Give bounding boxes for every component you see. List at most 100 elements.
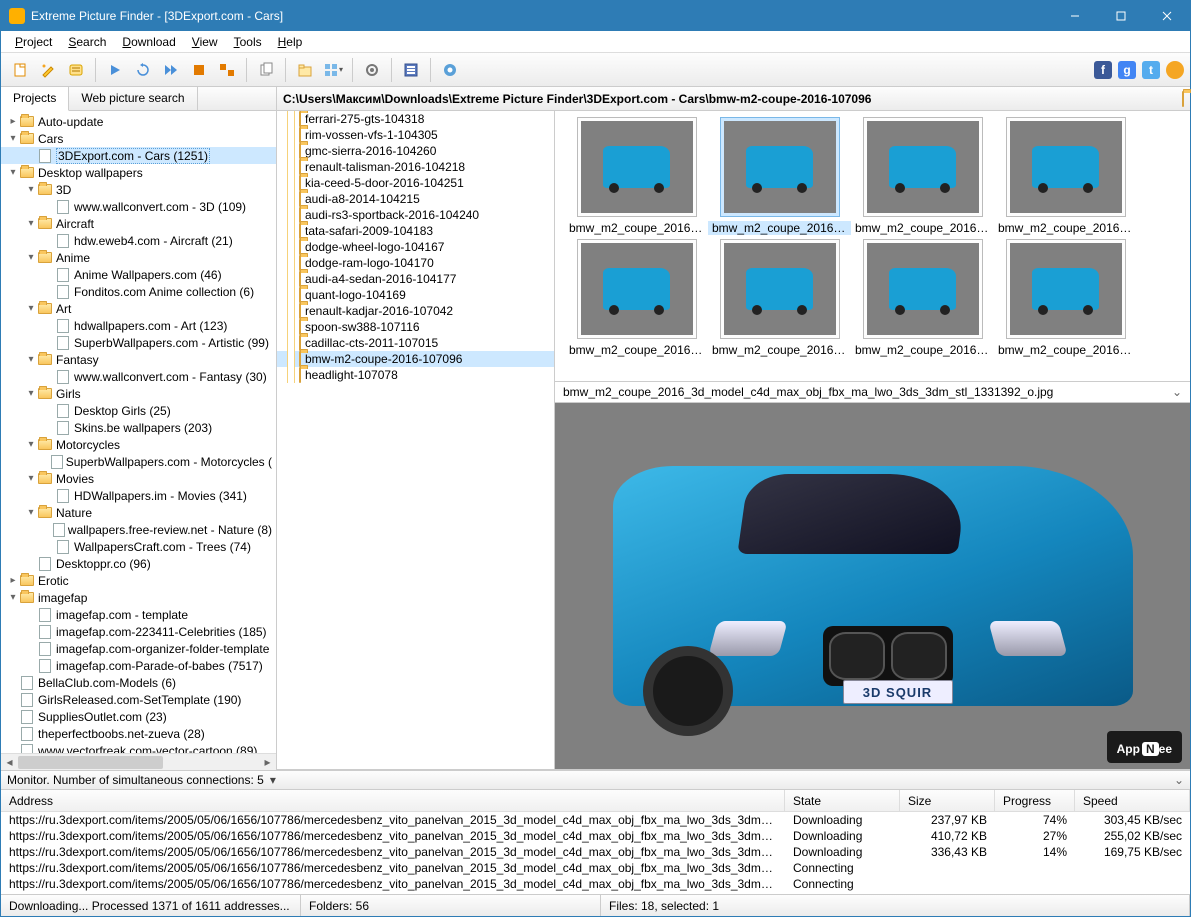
folder-item[interactable]: audi-rs3-sportback-2016-104240 [277,207,554,223]
restart-button[interactable] [130,57,156,83]
col-size[interactable]: Size [900,790,995,811]
tree-node[interactable]: imagefap.com-Parade-of-babes (7517) [1,657,276,674]
download-row[interactable]: https://ru.3dexport.com/items/2005/05/06… [1,812,1190,828]
expand-icon[interactable]: ▸ [7,575,19,586]
tree-node[interactable]: theperfectboobs.net-zueva (28) [1,725,276,742]
tree-node[interactable]: SuperbWallpapers.com - Motorcycles ( [1,453,276,470]
col-state[interactable]: State [785,790,900,811]
tree-node[interactable]: imagefap.com-organizer-folder-template [1,640,276,657]
tree-node[interactable]: Desktoppr.co (96) [1,555,276,572]
col-speed[interactable]: Speed [1075,790,1190,811]
tree-node[interactable]: ▾Cars [1,130,276,147]
download-row[interactable]: https://ru.3dexport.com/items/2005/05/06… [1,860,1190,876]
tree-node[interactable]: www.wallconvert.com - Fantasy (30) [1,368,276,385]
expand-icon[interactable]: ▾ [25,354,37,365]
folder-item[interactable]: gmc-sierra-2016-104260 [277,143,554,159]
minimize-button[interactable] [1052,1,1098,31]
tree-node[interactable]: BellaClub.com-Models (6) [1,674,276,691]
folder-item[interactable]: quant-logo-104169 [277,287,554,303]
wizard-button[interactable] [35,57,61,83]
col-address[interactable]: Address [1,790,785,811]
folder-item[interactable]: kia-ceed-5-door-2016-104251 [277,175,554,191]
download-row[interactable]: https://ru.3dexport.com/items/2005/05/06… [1,828,1190,844]
tree-node[interactable]: ▾Art [1,300,276,317]
thumbnail[interactable]: bmw_m2_coupe_2016_3d... [851,239,994,357]
expand-icon[interactable]: ▾ [25,252,37,263]
new-project-button[interactable] [7,57,33,83]
folder-item[interactable]: renault-kadjar-2016-107042 [277,303,554,319]
facebook-icon[interactable]: f [1094,61,1112,79]
preview-header[interactable]: bmw_m2_coupe_2016_3d_model_c4d_max_obj_f… [555,381,1190,403]
tree-node[interactable]: ▸Auto-update [1,113,276,130]
expand-icon[interactable]: ▾ [25,507,37,518]
folder-item[interactable]: bmw-m2-coupe-2016-107096 [277,351,554,367]
tree-node[interactable]: wallpapers.free-review.net - Nature (8) [1,521,276,538]
tree-node[interactable]: ▾Anime [1,249,276,266]
tab-web-search[interactable]: Web picture search [69,87,197,111]
thumbnail[interactable]: bmw_m2_coupe_2016_3d... [994,117,1137,235]
google-icon[interactable]: g [1118,61,1136,79]
tree-node[interactable]: Fonditos.com Anime collection (6) [1,283,276,300]
expand-icon[interactable]: ▾ [25,388,37,399]
tree-node[interactable]: WallpapersCraft.com - Trees (74) [1,538,276,555]
thumbnail[interactable]: bmw_m2_coupe_2016_3d... [708,117,851,235]
close-button[interactable] [1144,1,1190,31]
tab-projects[interactable]: Projects [1,87,69,111]
monitor-header[interactable]: Monitor. Number of simultaneous connecti… [1,770,1190,790]
folder-item[interactable]: rim-vossen-vfs-1-104305 [277,127,554,143]
menu-tools[interactable]: Tools [226,33,270,51]
folder-item[interactable]: dodge-ram-logo-104170 [277,255,554,271]
help-button[interactable] [437,57,463,83]
expand-icon[interactable]: ▾ [7,167,19,178]
tree-node[interactable]: Skins.be wallpapers (203) [1,419,276,436]
tree-node[interactable]: hdw.eweb4.com - Aircraft (21) [1,232,276,249]
tree-node[interactable]: ▾Fantasy [1,351,276,368]
thumbnail[interactable]: bmw_m2_coupe_2016_3d... [565,239,708,357]
expand-icon[interactable]: ▾ [25,473,37,484]
tree-node[interactable]: HDWallpapers.im - Movies (341) [1,487,276,504]
col-progress[interactable]: Progress [995,790,1075,811]
expand-icon[interactable]: ▾ [7,133,19,144]
tree-node[interactable]: Desktop Girls (25) [1,402,276,419]
expand-icon[interactable]: ▾ [7,592,19,603]
tree-node[interactable]: 3DExport.com - Cars (1251) [1,147,276,164]
support-icon[interactable] [1166,61,1184,79]
tree-node[interactable]: ▾Girls [1,385,276,402]
folder-item[interactable]: ferrari-275-gts-104318 [277,111,554,127]
tree-node[interactable]: ▾Motorcycles [1,436,276,453]
thumbnails-button[interactable]: ▾ [320,57,346,83]
tree-node[interactable]: SuppliesOutlet.com (23) [1,708,276,725]
folder-item[interactable]: cadillac-cts-2011-107015 [277,335,554,351]
menu-project[interactable]: Project [7,33,60,51]
download-row[interactable]: https://ru.3dexport.com/items/2005/05/06… [1,844,1190,860]
stop-all-button[interactable] [214,57,240,83]
thumbnail[interactable]: bmw_m2_coupe_2016_3d... [851,117,994,235]
thumbnail-grid[interactable]: bmw_m2_coupe_2016_3d...bmw_m2_coupe_2016… [555,111,1190,381]
menu-download[interactable]: Download [114,33,183,51]
start-button[interactable] [102,57,128,83]
tree-node[interactable]: SuperbWallpapers.com - Artistic (99) [1,334,276,351]
download-list[interactable]: https://ru.3dexport.com/items/2005/05/06… [1,812,1190,894]
expand-icon[interactable]: ▾ [25,218,37,229]
settings-button[interactable] [359,57,385,83]
expand-icon[interactable]: ▾ [25,439,37,450]
tree-node[interactable]: ▸Erotic [1,572,276,589]
folder-item[interactable]: audi-a8-2014-104215 [277,191,554,207]
expand-icon[interactable]: ▾ [25,184,37,195]
tree-node[interactable]: ▾imagefap [1,589,276,606]
menu-view[interactable]: View [184,33,226,51]
tree-node[interactable]: ▾Aircraft [1,215,276,232]
open-folder-button[interactable] [1182,92,1184,106]
maximize-button[interactable] [1098,1,1144,31]
download-columns[interactable]: Address State Size Progress Speed [1,790,1190,812]
tree-node[interactable]: hdwallpapers.com - Art (123) [1,317,276,334]
tree-node[interactable]: ▾Nature [1,504,276,521]
tree-node[interactable]: www.wallconvert.com - 3D (109) [1,198,276,215]
folder-item[interactable]: dodge-wheel-logo-104167 [277,239,554,255]
tree-node[interactable]: imagefap.com-223411-Celebrities (185) [1,623,276,640]
download-row[interactable]: https://ru.3dexport.com/items/2005/05/06… [1,876,1190,892]
project-tree[interactable]: ▸Auto-update▾Cars3DExport.com - Cars (12… [1,111,276,753]
menu-help[interactable]: Help [270,33,311,51]
tree-node[interactable]: imagefap.com - template [1,606,276,623]
properties-button[interactable] [63,57,89,83]
